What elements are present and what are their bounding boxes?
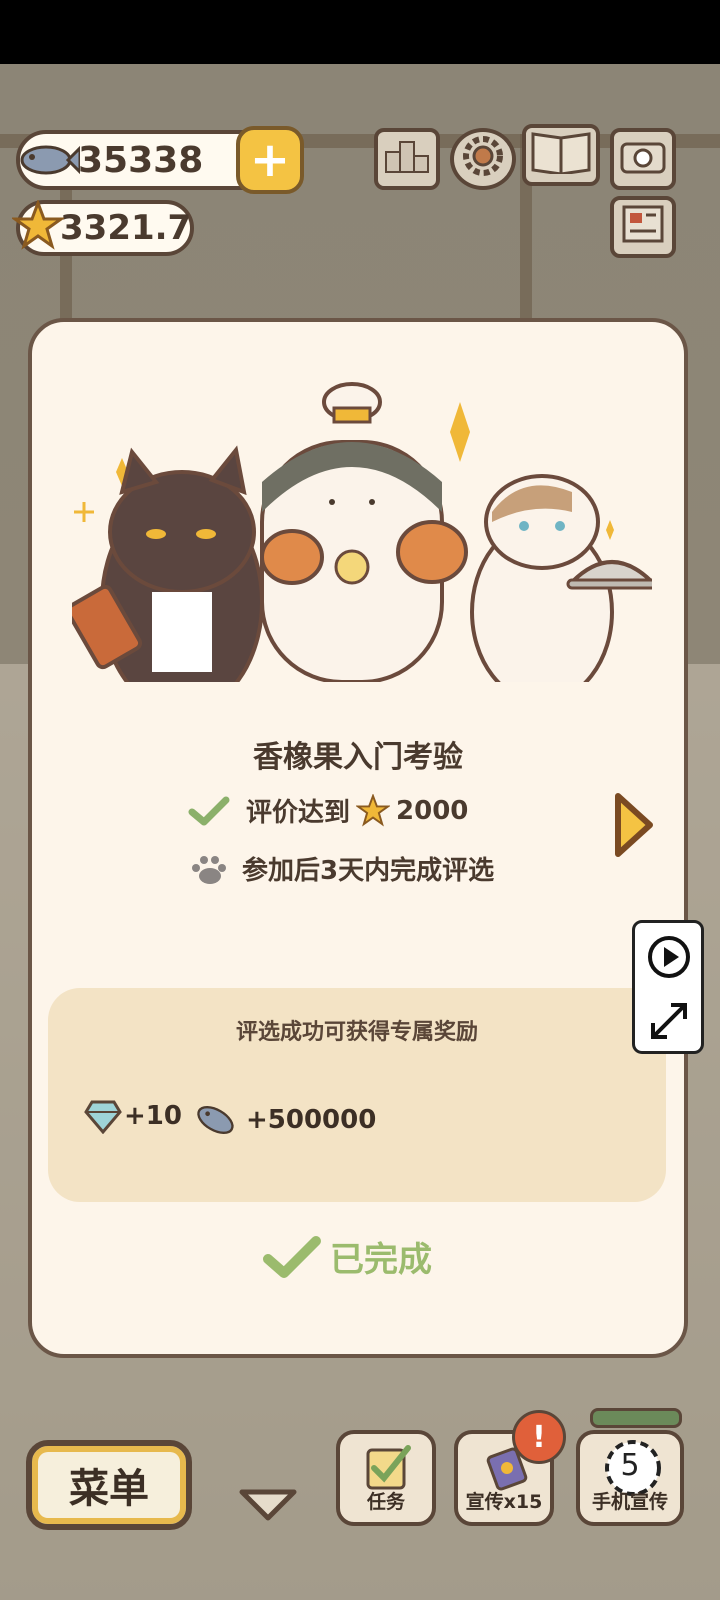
completed-status-label: 已完成 [330, 1240, 432, 1280]
camera-button[interactable] [610, 128, 676, 190]
tasks-button[interactable]: 任务 [336, 1430, 436, 1526]
fish-count: 35338 [78, 139, 204, 181]
promotion-label: 宣传x15 [465, 1491, 543, 1513]
fish-icon [20, 145, 80, 175]
alert-badge-text: ! [532, 1419, 546, 1455]
settings-button[interactable] [450, 128, 516, 190]
phone-timer: 5 [620, 1448, 640, 1483]
check-icon [188, 796, 230, 825]
next-arrow-button[interactable] [610, 790, 658, 860]
camera-icon [620, 138, 666, 181]
menu-button-label: 菜单 [69, 1466, 149, 1512]
condition-rating-text: 评价达到 [246, 798, 351, 828]
reward-diamond-amount: +10 [124, 1101, 182, 1131]
alert-badge: ! [512, 1410, 566, 1464]
star-icon [12, 200, 64, 250]
task-checklist-icon [366, 1445, 411, 1490]
floating-video-panel [632, 920, 704, 1054]
play-video-icon[interactable] [647, 935, 691, 979]
condition-rating: 评价达到 2000 [188, 792, 468, 829]
check-icon [263, 1235, 321, 1278]
catalog-book-icon [531, 130, 591, 181]
expand-icon[interactable] [647, 999, 691, 1043]
ranking-button[interactable] [374, 128, 440, 190]
phone-promotion-button[interactable]: 5 手机宣传 [576, 1408, 684, 1526]
star-rating-value: 3321.7 [60, 208, 192, 248]
catalog-button[interactable] [522, 124, 600, 186]
newspaper-icon [622, 205, 664, 250]
phone-promotion-label: 手机宣传 [591, 1491, 668, 1513]
status-bar [0, 0, 720, 64]
reward-fish-amount: +500000 [246, 1105, 377, 1135]
menu-button[interactable]: 菜单 [26, 1440, 192, 1530]
paw-icon [192, 855, 226, 884]
star-icon [356, 793, 391, 827]
chef-cats-illustration [72, 382, 652, 682]
settings-gear-icon [460, 133, 506, 186]
condition-rating-value: 2000 [396, 795, 469, 826]
add-currency-button[interactable]: + [236, 126, 304, 194]
ranking-icon [384, 138, 430, 181]
reward-diamond: +10 [84, 1098, 182, 1134]
newspaper-button[interactable] [610, 196, 676, 258]
condition-time: 参加后3天内完成评选 [188, 850, 494, 887]
tasks-label: 任务 [366, 1491, 405, 1513]
condition-time-text: 参加后3天内完成评选 [242, 856, 495, 886]
completed-status: 已完成 [262, 1232, 432, 1281]
promotion-progress-bar [590, 1408, 682, 1428]
reward-fish: +500000 [192, 1098, 376, 1142]
event-title: 香橡果入门考验 [253, 740, 463, 775]
reward-title: 评选成功可获得专属奖励 [235, 1020, 478, 1045]
reward-panel: 评选成功可获得专属奖励 +10 +500000 [48, 988, 666, 1202]
fish-icon [197, 1105, 234, 1135]
event-modal: 香橡果入门考验 评价达到 2000 参加后3天内完成评选 评选成功可获得专属奖励… [28, 318, 688, 1358]
plus-icon: + [249, 132, 291, 188]
diamond-icon [84, 1100, 122, 1134]
collapse-arrow-icon[interactable] [238, 1486, 298, 1524]
star-rating: 3321.7 [12, 200, 194, 256]
